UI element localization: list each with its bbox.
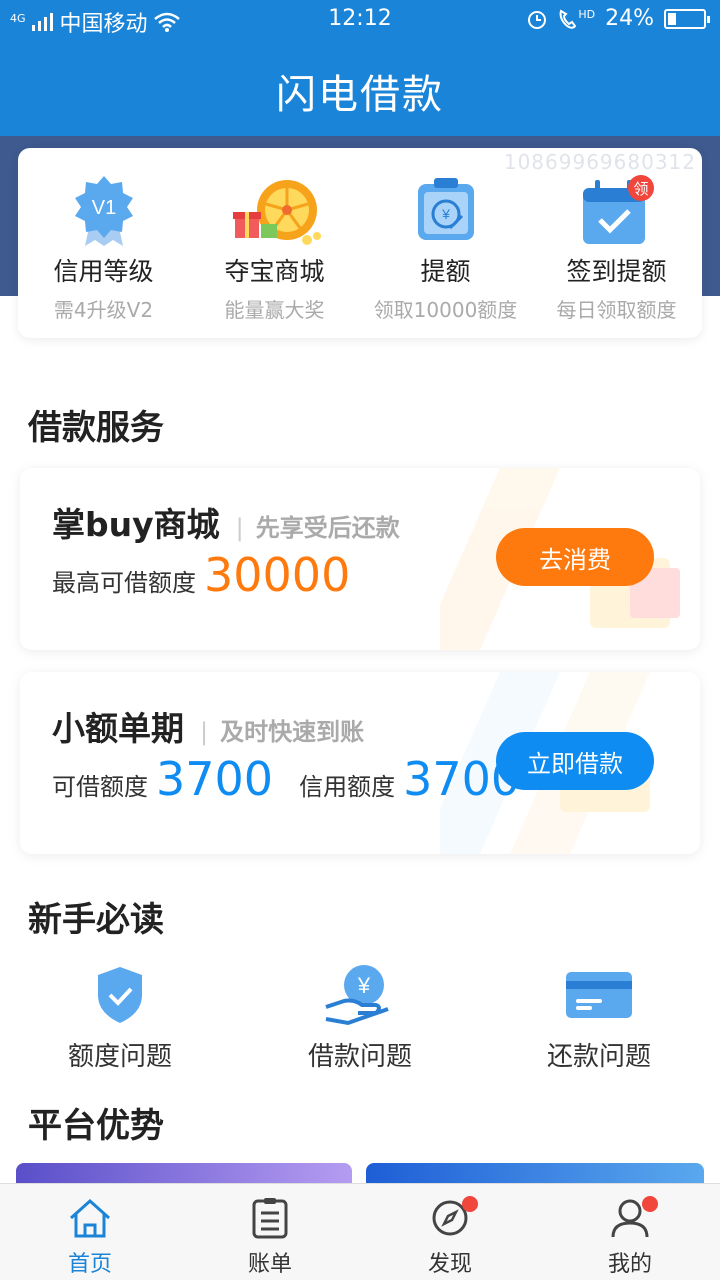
loan-card-title: 掌buy商城 (52, 505, 220, 544)
loan-card-slogan: 先享受后还款 (255, 514, 400, 542)
svg-text:¥: ¥ (357, 973, 371, 998)
status-right: HD 24% (526, 6, 710, 31)
loan-card-title: 小额单期 (52, 709, 184, 748)
title-separator: | (200, 718, 209, 746)
mine-notification-dot (642, 1196, 658, 1212)
loan-card-mall[interactable]: 掌buy商城 | 先享受后还款 最高可借额度 30000 去消费 (20, 468, 700, 650)
tab-discover[interactable]: 发现 (360, 1196, 540, 1278)
guide-item-repay[interactable]: 还款问题 (509, 962, 689, 1073)
battery-percent: 24% (605, 6, 654, 31)
shield-check-icon (98, 967, 142, 1023)
calendar-check-icon: 领 (582, 175, 654, 244)
quick-item-title: 提额 (420, 257, 471, 286)
hand-coin-icon: ¥ (325, 965, 389, 1026)
quick-item-treasure-mall[interactable]: 夺宝商城 能量赢大奖 (189, 174, 360, 323)
quick-item-sign-in[interactable]: 领 签到提额 每日领取额度 (531, 174, 702, 323)
loan-section-title: 借款服务 (28, 408, 164, 448)
guide-item-label: 借款问题 (307, 1042, 412, 1072)
max-limit-amount: 30000 (204, 548, 351, 602)
svg-text:¥: ¥ (441, 206, 450, 222)
loan-card-heading: 掌buy商城 | 先享受后还款 (52, 498, 400, 546)
v1-badge-text: V1 (91, 197, 115, 219)
quick-item-title: 签到提额 (566, 257, 667, 286)
bill-icon (252, 1198, 288, 1239)
home-icon (69, 1198, 111, 1238)
quick-item-subtitle: 能量赢大奖 (224, 298, 325, 322)
claim-tag: 领 (633, 180, 648, 198)
title-separator: | (235, 514, 244, 542)
go-shopping-button[interactable]: 去消费 (496, 528, 654, 586)
v1-badge-icon: V1 (74, 176, 133, 246)
alarm-icon (528, 10, 547, 29)
tab-mine[interactable]: 我的 (540, 1196, 720, 1278)
available-limit-amount: 3700 (156, 752, 274, 806)
status-bar: 4G 中国移动 12:12 HD 24% (0, 0, 720, 38)
tab-bill[interactable]: 账单 (180, 1196, 360, 1278)
max-limit-label: 最高可借额度 (52, 569, 196, 597)
user-id-watermark: 10869969680312 (503, 150, 696, 174)
loan-card-slogan: 及时快速到账 (220, 718, 365, 746)
quick-item-credit-level[interactable]: V1 信用等级 需4升级V2 (18, 174, 189, 323)
raise-limit-icon: ¥ (417, 178, 474, 240)
hd-label: HD (578, 7, 596, 21)
battery-icon (664, 8, 710, 29)
discover-notification-dot (462, 1196, 478, 1212)
call-hd-icon: HD (558, 8, 595, 30)
loan-card-heading: 小额单期 | 及时快速到账 (52, 702, 364, 750)
tab-label: 我的 (607, 1252, 652, 1277)
battery-level (668, 12, 677, 25)
page-title: 闪电借款 (276, 72, 444, 118)
guide-section-title: 新手必读 (28, 900, 164, 940)
credit-limit-label: 信用额度 (299, 773, 396, 801)
loan-card-small-single[interactable]: 小额单期 | 及时快速到账 可借额度 3700 信用额度 3700 立即借款 (20, 672, 700, 854)
tab-home[interactable]: 首页 (0, 1196, 180, 1278)
quick-item-title: 信用等级 (53, 257, 154, 286)
lucky-wheel-icon (232, 180, 321, 245)
guide-item-label: 还款问题 (546, 1042, 651, 1072)
advantage-section-title: 平台优势 (28, 1106, 164, 1146)
quick-item-subtitle: 领取10000额度 (373, 298, 518, 322)
guide-item-limit[interactable]: 额度问题 (30, 962, 210, 1073)
quick-item-subtitle: 需4升级V2 (53, 298, 154, 322)
guide-item-borrow[interactable]: ¥ 借款问题 (270, 962, 450, 1073)
guide-item-label: 额度问题 (67, 1042, 172, 1072)
tab-label: 首页 (67, 1252, 112, 1277)
loan-card-amount-row: 最高可借额度 30000 (52, 548, 350, 602)
available-limit-label: 可借额度 (52, 773, 148, 801)
tab-label: 账单 (247, 1252, 292, 1277)
app-header: 闪电借款 (0, 38, 720, 136)
quick-entry-card: 10869969680312 V1 信用等级 需4升级V2 夺宝商城 能量赢大奖… (18, 148, 702, 338)
tab-label: 发现 (427, 1252, 472, 1277)
bottom-tab-bar: 首页 账单 发现 我的 (0, 1183, 720, 1280)
quick-item-title: 夺宝商城 (224, 257, 325, 286)
quick-item-raise-limit[interactable]: ¥ 提额 领取10000额度 (360, 174, 531, 323)
borrow-now-button[interactable]: 立即借款 (496, 732, 654, 790)
credit-card-icon (566, 972, 632, 1018)
loan-card-amount-row: 可借额度 3700 信用额度 3700 (52, 752, 520, 806)
quick-item-subtitle: 每日领取额度 (556, 298, 677, 322)
